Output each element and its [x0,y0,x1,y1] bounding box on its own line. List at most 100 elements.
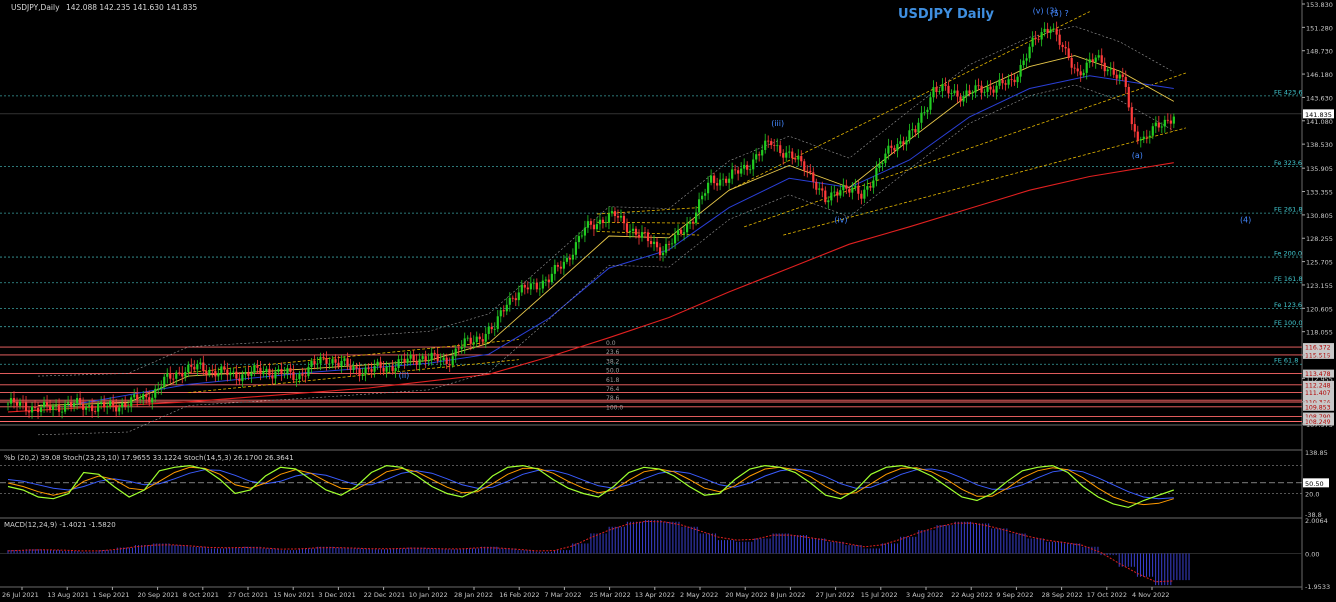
retracement-label: 23.6 [606,349,620,356]
candle-body [187,364,190,372]
candle-body [628,230,632,233]
candle-body [589,221,593,225]
candle-body [1136,131,1139,141]
time-tick-label: 3 Dec 2021 [318,591,355,599]
candle-body [517,292,520,301]
candle-body [956,90,959,97]
candle-body [640,232,644,238]
candle-body [130,397,133,407]
candle-body [268,368,271,376]
candle-body [442,357,445,361]
candle-body [505,304,508,312]
candle-body [475,336,478,343]
candle-body [649,241,653,244]
candle-body [935,87,938,93]
candle-body [571,254,574,260]
price-tick-label: 135.905 [1306,165,1333,173]
time-tick-label: 25 Mar 2022 [590,591,631,599]
candle-body [103,402,106,408]
candle-body [1100,55,1103,63]
candle-body [169,373,172,379]
time-tick-label: 26 Jul 2021 [2,591,39,599]
candle-body [601,219,605,223]
time-tick-label: 17 Oct 2022 [1087,591,1127,599]
time-tick-label: 22 Aug 2022 [951,591,993,599]
candle-body [1073,67,1076,69]
candle-body [944,84,947,86]
candle-body [1016,76,1019,83]
candle-body [502,310,505,312]
candle-body [875,168,878,181]
retracement-label: 50.0 [606,368,620,375]
candle-body [9,398,13,404]
candle-body [716,183,719,186]
candle-body [118,407,121,412]
candle-body [845,185,848,189]
support-label: 112.248 [1305,382,1331,389]
candle-body [854,185,857,188]
candle-body [722,178,725,180]
candle-body [1088,59,1091,63]
candle-body [532,282,535,284]
time-tick-label: 22 Dec 2021 [364,591,406,599]
candle-body [51,405,55,411]
candle-body [685,223,689,233]
candle-body [259,367,262,375]
candle-body [1118,74,1121,79]
candle-body [1121,74,1124,77]
candle-body [929,97,932,110]
candle-body [550,273,553,283]
candle-body [262,371,265,375]
candle-body [235,371,238,379]
candle-body [905,140,908,145]
candle-body [667,243,671,245]
candle-body [713,175,716,184]
candle-body [574,242,577,255]
candle-body [881,162,884,165]
price-tick-label: 115.505 [1306,352,1333,360]
price-tick-label: 141.080 [1306,118,1333,126]
candle-body [151,397,154,403]
candle-body [758,154,761,156]
candle-body [364,367,367,375]
candle-body [791,151,794,159]
osc-tick-label: 20.0 [1305,490,1319,498]
candle-body [932,87,935,98]
candle-body [382,367,385,372]
fib-label: FE 423.6 [1274,88,1303,96]
candle-body [577,236,581,243]
candle-body [1004,83,1007,85]
candle-body [142,394,145,400]
candle-body [202,362,205,372]
candle-body [565,257,568,262]
candle-body [767,140,770,142]
candle-body [361,374,364,376]
candle-body [1001,79,1004,84]
candle-body [79,398,82,404]
candle-body [998,79,1001,86]
candle-body [559,266,562,269]
candle-body [1076,68,1079,72]
candle-body [625,223,629,233]
candle-body [136,394,139,400]
candle-body [676,229,680,235]
candle-body [109,400,112,407]
price-tick-label: 110.405 [1306,399,1333,407]
candle-body [992,89,995,93]
grid-layer [0,0,1336,602]
candle-body [370,369,373,372]
candle-body [1094,57,1097,62]
candle-body [163,376,166,387]
candle-body [91,405,94,412]
candle-body [499,310,502,317]
candle-body [106,406,109,408]
candle-body [896,144,899,151]
candle-body [36,407,40,413]
candle-body [908,130,911,141]
candle-body [983,91,986,93]
candle-body [57,405,61,412]
candle-body [94,411,97,412]
candle-body [286,368,289,374]
candle-body [280,369,283,374]
candle-body [250,372,253,376]
